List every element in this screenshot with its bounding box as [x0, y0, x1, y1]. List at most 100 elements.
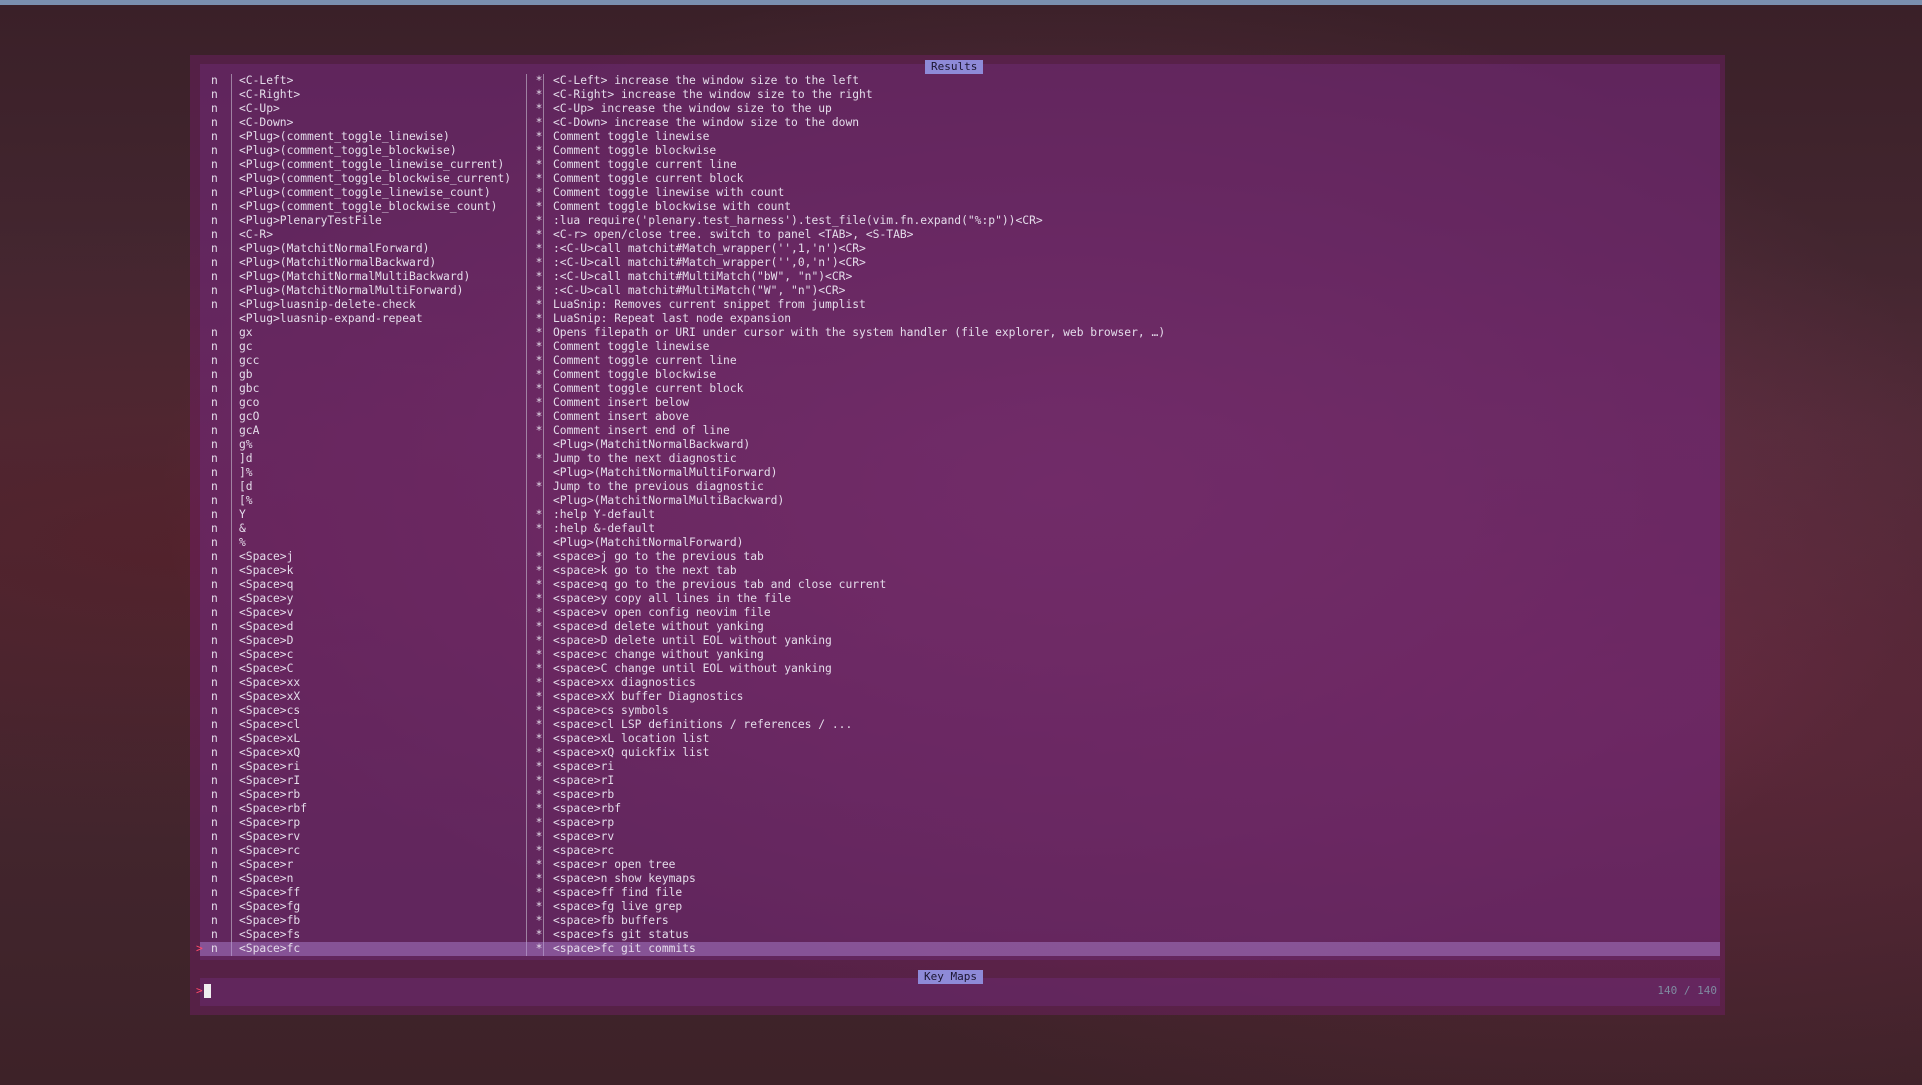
row-description: <space>ff find file: [553, 886, 683, 899]
row-description: <space>v open config neovim file: [553, 606, 771, 619]
result-row[interactable]: n <Plug>(MatchitNormalBackward) *:<C-U>cal…: [200, 256, 1720, 270]
result-row[interactable]: n <Plug>(comment_toggle_blockwise_count) *…: [200, 200, 1720, 214]
row-mode: n: [211, 424, 218, 437]
row-description: <space>rp: [553, 816, 615, 829]
result-row[interactable]: n <Space>ff * <space>ff find file: [200, 886, 1720, 900]
row-flag: *: [535, 844, 543, 857]
result-row[interactable]: n <Plug>(comment_toggle_linewise_count) * C…: [200, 186, 1720, 200]
result-row[interactable]: n gco * Comment insert below: [200, 396, 1720, 410]
result-row[interactable]: n <Space>j * <space>j go to the previous ta…: [200, 550, 1720, 564]
result-row[interactable]: n g% <Plug>(MatchitNormalBackward): [200, 438, 1720, 452]
row-keymap: <Space>C: [239, 662, 294, 675]
row-description: Comment toggle current block: [553, 172, 744, 185]
row-keymap: g%: [239, 438, 253, 451]
result-row[interactable]: n <C-Down> * <C-Down> increase the window s…: [200, 116, 1720, 130]
row-mode: n: [211, 774, 218, 787]
result-row[interactable]: n <Space>cs * <space>cs symbols: [200, 704, 1720, 718]
result-row[interactable]: n <Space>v * <space>v open config neovim fi…: [200, 606, 1720, 620]
result-row[interactable]: n <C-Right> * <C-Right> increase the window…: [200, 88, 1720, 102]
result-row[interactable]: n <Space>rv * <space>rv: [200, 830, 1720, 844]
result-row[interactable]: n <Space>xL * <space>xL location list: [200, 732, 1720, 746]
row-flag: *: [535, 732, 543, 745]
result-row[interactable]: n <Plug>(MatchitNormalMultiBackward) *:<C-…: [200, 270, 1720, 284]
result-row[interactable]: n <Space>rp * <space>rp: [200, 816, 1720, 830]
result-row[interactable]: n <Space>q * <space>q go to the previous ta…: [200, 578, 1720, 592]
result-row[interactable]: n <Space>rbf * <space>rbf: [200, 802, 1720, 816]
result-row[interactable]: n <Space>d * <space>d delete without yankin…: [200, 620, 1720, 634]
result-row[interactable]: n <Space>rI * <space>rI: [200, 774, 1720, 788]
row-description: :help &-default: [553, 522, 656, 535]
result-row[interactable]: n <Plug>(comment_toggle_blockwise_current…: [200, 172, 1720, 186]
row-flag: *: [535, 326, 543, 339]
result-row[interactable]: n gcO * Comment insert above: [200, 410, 1720, 424]
row-mode: n: [211, 760, 218, 773]
result-row[interactable]: n <Plug>PlenaryTestFile *:lua require('ple…: [200, 214, 1720, 228]
result-row[interactable]: n <Space>xQ * <space>xQ quickfix list: [200, 746, 1720, 760]
row-mode: n: [211, 88, 218, 101]
result-row[interactable]: n <Plug>(MatchitNormalMultiForward) *:<C-U…: [200, 284, 1720, 298]
row-keymap: <Plug>luasnip-delete-check: [239, 298, 416, 311]
result-row[interactable]: n <Space>xX * <space>xX buffer Diagnostics: [200, 690, 1720, 704]
result-row[interactable]: n <Space>y * <space>y copy all lines in the…: [200, 592, 1720, 606]
row-keymap: <Space>fb: [239, 914, 301, 927]
row-description: :<C-U>call matchit#MultiMatch("W", "n")<…: [553, 284, 846, 297]
row-flag: *: [535, 270, 543, 283]
result-row[interactable]: n <Space>fb * <space>fb buffers: [200, 914, 1720, 928]
row-mode: n: [211, 732, 218, 745]
result-row[interactable]: n <Space>rb * <space>rb: [200, 788, 1720, 802]
result-row[interactable]: n <Plug>(comment_toggle_linewise) * Comment…: [200, 130, 1720, 144]
result-row[interactable]: n <Space>fs * <space>fs git status: [200, 928, 1720, 942]
row-mode: n: [211, 830, 218, 843]
result-row[interactable]: n <Plug>(comment_toggle_linewise_current)…: [200, 158, 1720, 172]
row-keymap: <Plug>(MatchitNormalBackward): [239, 256, 437, 269]
row-description: <space>fb buffers: [553, 914, 669, 927]
row-keymap: <Space>fg: [239, 900, 301, 913]
selected-result-row[interactable]: > n <Space>fc * <space>fc git commits: [196, 942, 1720, 956]
result-row[interactable]: n <Space>c * <space>c change without yankin…: [200, 648, 1720, 662]
result-row[interactable]: n <Plug>(MatchitNormalForward) *:<C-U>call…: [200, 242, 1720, 256]
result-row[interactable]: n <Space>r * <space>r open tree: [200, 858, 1720, 872]
result-row[interactable]: n <Space>rc * <space>rc: [200, 844, 1720, 858]
row-mode: n: [211, 340, 218, 353]
result-row[interactable]: n gcA * Comment insert end of line: [200, 424, 1720, 438]
result-row[interactable]: n gb * Comment toggle blockwise: [200, 368, 1720, 382]
row-keymap: <Space>n: [239, 872, 294, 885]
search-input[interactable]: [214, 982, 1518, 1002]
row-mode: n: [211, 200, 218, 213]
result-row[interactable]: n <Space>fg * <space>fg live grep: [200, 900, 1720, 914]
top-status-bar: [0, 0, 1922, 5]
row-description: Comment toggle current block: [553, 382, 744, 395]
results-list: n <C-Left> * <C-Left> increase the window s…: [196, 74, 1720, 956]
result-row[interactable]: n & *:help &-default: [200, 522, 1720, 536]
result-row[interactable]: n% <Plug>(MatchitNormalForward): [200, 536, 1720, 550]
result-row[interactable]: n <Space>xx * <space>xx diagnostics: [200, 676, 1720, 690]
result-row[interactable]: n <Space>k * <space>k go to the next tab: [200, 564, 1720, 578]
result-row[interactable]: n]% <Plug>(MatchitNormalMultiForward): [200, 466, 1720, 480]
row-mode: n: [211, 480, 218, 493]
result-row[interactable]: n <Space>D * <space>D delete until EOL with…: [200, 634, 1720, 648]
row-mode: n: [211, 270, 218, 283]
row-flag: *: [535, 158, 543, 171]
row-flag: *: [535, 452, 543, 465]
result-row[interactable]: n gx * Opens filepath or URI under cursor w…: [200, 326, 1720, 340]
result-row[interactable]: n [% <Plug>(MatchitNormalMultiBackward): [200, 494, 1720, 508]
result-row[interactable]: n <Space>cl * <space>cl LSP definitions / r…: [200, 718, 1720, 732]
result-row[interactable]: n <C-Up> * <C-Up> increase the window size …: [200, 102, 1720, 116]
row-description: <space>rc: [553, 844, 615, 857]
result-row[interactable]: n <Space>C * <space>C change until EOL with…: [200, 662, 1720, 676]
result-row[interactable]: n <Plug>(comment_toggle_blockwise) * Commen…: [200, 144, 1720, 158]
result-row[interactable]: n <Space>ri * <space>ri: [200, 760, 1720, 774]
result-row[interactable]: n Y *:help Y-default: [200, 508, 1720, 522]
result-row[interactable]: n gbc * Comment toggle current block: [200, 382, 1720, 396]
result-row[interactable]: n gc * Comment toggle linewise: [200, 340, 1720, 354]
result-row[interactable]: n <C-R> * <C-r> open/close tree. switch to …: [200, 228, 1720, 242]
row-description: <space>y copy all lines in the file: [553, 592, 792, 605]
result-row[interactable]: n <C-Left> * <C-Left> increase the window s…: [200, 74, 1720, 88]
row-description: <space>ri: [553, 760, 615, 773]
result-row[interactable]: n]d * Jump to the next diagnostic: [200, 452, 1720, 466]
result-row[interactable]: n [d * Jump to the previous diagnostic: [200, 480, 1720, 494]
result-row[interactable]: n <Plug>luasnip-delete-check * LuaSnip: Rem…: [200, 298, 1720, 312]
result-row[interactable]: n <Space>n * <space>n show keymaps: [200, 872, 1720, 886]
result-row[interactable]: <Plug>luasnip-expand-repeat * LuaSnip: Rep…: [200, 312, 1720, 326]
result-row[interactable]: n gcc * Comment toggle current line: [200, 354, 1720, 368]
